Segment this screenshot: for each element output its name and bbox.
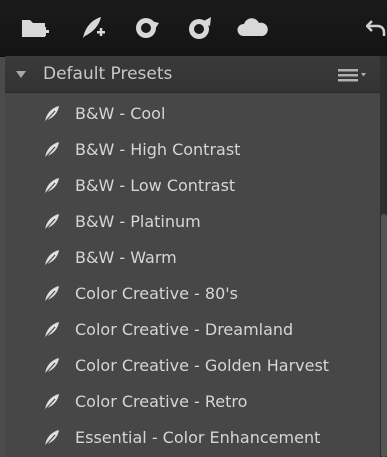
undo-button[interactable] <box>366 12 387 44</box>
list-item-label: Color Creative - 80's <box>75 284 238 303</box>
feather-icon <box>44 142 59 159</box>
feather-icon <box>44 250 59 267</box>
feather-icon <box>44 178 59 195</box>
undo-arrow-icon <box>366 20 386 36</box>
list-item[interactable]: B&W - Low Contrast <box>5 168 377 204</box>
feather-icon <box>44 430 59 447</box>
import-button[interactable] <box>131 12 165 44</box>
scrollbar[interactable] <box>380 56 387 457</box>
cloud-button[interactable] <box>236 12 270 44</box>
feather-icon <box>44 286 59 303</box>
export-icon <box>189 17 211 39</box>
feather-icon <box>44 394 59 411</box>
list-item-label: Color Creative - Dreamland <box>75 320 294 339</box>
feather-icon <box>44 106 59 123</box>
list-item-label: Color Creative - Retro <box>75 392 248 411</box>
list-item-label: B&W - Low Contrast <box>75 176 236 195</box>
list-item[interactable]: Color Creative - Dreamland <box>5 312 377 348</box>
menu-icon <box>338 69 366 82</box>
list-item[interactable]: B&W - Cool <box>5 96 377 132</box>
list-item-label: Color Creative - Golden Harvest <box>75 356 330 375</box>
cloud-icon <box>237 18 268 36</box>
feather-icon <box>44 322 59 339</box>
list-item-label: B&W - Warm <box>75 248 177 267</box>
list-item-label: B&W - Platinum <box>75 212 201 231</box>
new-folder-icon <box>22 20 49 37</box>
list-item-label: B&W - Cool <box>75 104 166 123</box>
list-item-label: Essential - Color Enhancement <box>75 428 321 447</box>
list-item[interactable]: Color Creative - Golden Harvest <box>5 348 377 384</box>
import-icon <box>136 18 159 38</box>
new-folder-button[interactable] <box>18 12 52 44</box>
list-item-label: B&W - High Contrast <box>75 140 241 159</box>
panel-header[interactable]: Default Presets <box>5 56 380 93</box>
list-item[interactable]: Color Creative - Retro <box>5 384 377 420</box>
presets-panel: Default Presets B&W - Cool B&W - High Co… <box>5 56 380 457</box>
list-item[interactable]: B&W - Warm <box>5 240 377 276</box>
list-item[interactable]: B&W - Platinum <box>5 204 377 240</box>
caret-down-icon[interactable] <box>15 69 27 79</box>
list-item[interactable]: Essential - Color Enhancement <box>5 420 377 456</box>
list-item[interactable]: B&W - High Contrast <box>5 132 377 168</box>
export-button[interactable] <box>184 12 218 44</box>
toolbar <box>0 0 387 57</box>
section-title: Default Presets <box>43 64 173 84</box>
feather-icon <box>44 358 59 375</box>
panel-menu-button[interactable] <box>336 67 368 83</box>
list-item[interactable]: Color Creative - 80's <box>5 276 377 312</box>
new-preset-icon <box>83 17 105 38</box>
scroll-thumb[interactable] <box>381 214 387 457</box>
new-preset-button[interactable] <box>77 12 111 44</box>
feather-icon <box>44 214 59 231</box>
